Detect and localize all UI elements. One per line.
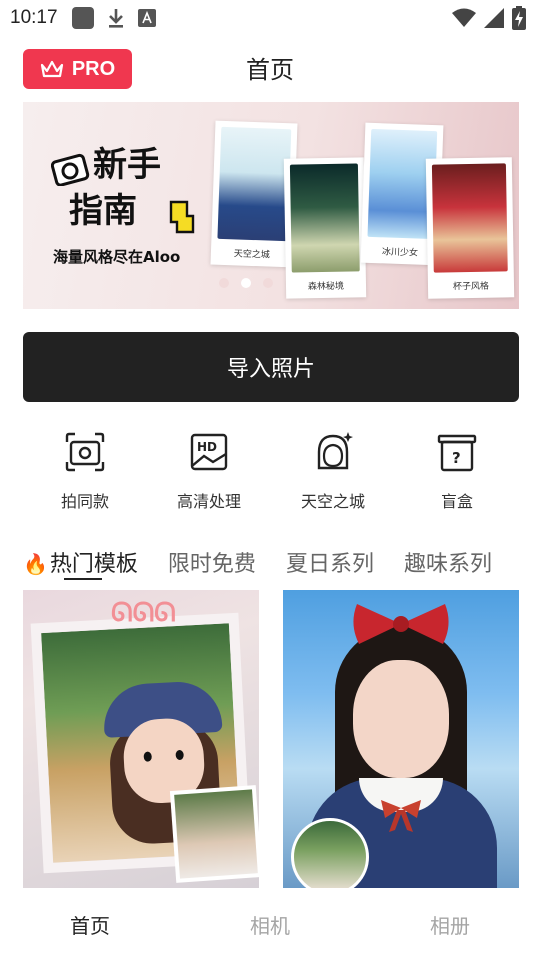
text-app-icon bbox=[137, 9, 156, 27]
girl-face bbox=[353, 660, 449, 778]
tab-label: 趣味系列 bbox=[403, 552, 492, 577]
pro-label: PRO bbox=[71, 57, 116, 80]
tab-label: 夏日系列 bbox=[285, 552, 374, 577]
red-bow bbox=[353, 604, 449, 644]
feature-blind-box[interactable]: ? 盲盒 bbox=[395, 430, 519, 520]
pointing-hand-icon bbox=[169, 200, 195, 234]
active-tab-indicator bbox=[64, 578, 102, 580]
banner-photo-card: 森林秘境 bbox=[283, 157, 367, 299]
banner-photo-caption: 天空之城 bbox=[233, 249, 271, 261]
tab-label: 热门模板 bbox=[49, 552, 138, 577]
banner-photo-caption: 森林秘境 bbox=[307, 281, 345, 293]
feature-hd[interactable]: HD 高清处理 bbox=[147, 430, 271, 520]
nav-album[interactable]: 相册 bbox=[360, 910, 540, 939]
tab-limited-free[interactable]: 限时免费 bbox=[168, 546, 256, 578]
feature-label: 高清处理 bbox=[176, 492, 241, 511]
source-photo-avatar bbox=[291, 818, 369, 888]
feature-sky-city[interactable]: 天空之城 bbox=[271, 430, 395, 520]
pagination-dot-active[interactable] bbox=[241, 278, 251, 288]
girl-portrait-icon bbox=[317, 432, 353, 470]
hd-image-icon: HD bbox=[190, 433, 228, 471]
tab-summer-series[interactable]: 夏日系列 bbox=[286, 546, 374, 578]
feature-label: 拍同款 bbox=[60, 492, 109, 511]
pro-button[interactable]: PRO bbox=[23, 49, 132, 89]
feature-label: 盲盒 bbox=[440, 492, 473, 511]
tab-hot-templates[interactable]: 🔥热门模板 bbox=[23, 546, 138, 578]
status-left-icons bbox=[71, 7, 156, 29]
banner-photo bbox=[217, 126, 292, 242]
template-card-cartoon-doll[interactable]: ᘏᘏᘏ bbox=[23, 590, 259, 888]
banner-photo bbox=[289, 163, 360, 273]
app-screen: 10:17 PRO 首页 新手 指南 海量风格尽在Aloo 天空之城 森林秘境 … bbox=[0, 0, 540, 960]
guide-banner[interactable]: 新手 指南 海量风格尽在Aloo 天空之城 森林秘境 冰川少女 杯子风格 bbox=[23, 102, 519, 309]
fire-icon: 🔥 bbox=[23, 552, 48, 576]
nav-home[interactable]: 首页 bbox=[0, 910, 180, 939]
camera-frame-icon bbox=[65, 432, 105, 472]
mini-photo-sticker bbox=[169, 785, 259, 883]
status-right-icons bbox=[452, 6, 526, 30]
pagination-dot[interactable] bbox=[263, 278, 273, 288]
notification-square-icon bbox=[71, 7, 94, 29]
banner-pagination bbox=[219, 278, 273, 288]
pagination-dot[interactable] bbox=[219, 278, 229, 288]
nav-camera[interactable]: 相机 bbox=[180, 910, 360, 939]
tab-label: 限时免费 bbox=[167, 552, 256, 577]
banner-title-line1: 新手 bbox=[93, 145, 161, 185]
svg-text:?: ? bbox=[452, 449, 461, 467]
mystery-box-icon: ? bbox=[437, 434, 477, 472]
feature-same-style[interactable]: 拍同款 bbox=[23, 430, 147, 520]
banner-subtitle: 海量风格尽在Aloo bbox=[53, 248, 181, 266]
wifi-icon bbox=[452, 8, 476, 27]
feature-label: 天空之城 bbox=[300, 492, 365, 511]
signal-icon bbox=[484, 8, 504, 28]
red-tie bbox=[381, 800, 421, 832]
tab-fun-series[interactable]: 趣味系列 bbox=[404, 546, 492, 578]
crown-icon bbox=[40, 60, 63, 78]
battery-charging-icon bbox=[512, 6, 526, 30]
bottom-navigation: 首页 相机 相册 bbox=[0, 888, 540, 960]
svg-text:HD: HD bbox=[197, 440, 217, 454]
template-card-sky-girl[interactable] bbox=[283, 590, 519, 888]
decor-squiggle: ᘏᘏᘏ bbox=[111, 598, 176, 628]
banner-photo-caption: 杯子风格 bbox=[452, 281, 490, 293]
download-icon bbox=[108, 9, 123, 28]
banner-photo bbox=[431, 163, 508, 273]
banner-photo-card: 杯子风格 bbox=[425, 157, 515, 299]
status-time: 10:17 bbox=[10, 7, 58, 28]
status-bar: 10:17 bbox=[0, 0, 540, 36]
feature-grid: 拍同款 HD 高清处理 天空之城 ? 盲盒 bbox=[23, 430, 519, 520]
import-photo-button[interactable]: 导入照片 bbox=[23, 332, 519, 402]
